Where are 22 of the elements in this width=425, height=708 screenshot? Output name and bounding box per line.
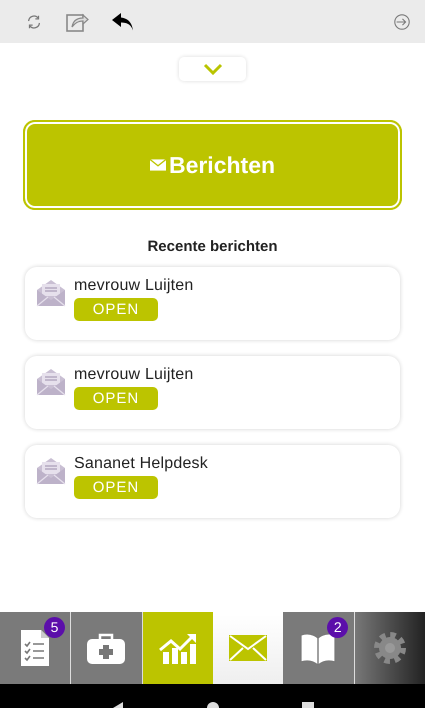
section-title: Recente berichten: [146, 238, 279, 255]
medkit-icon: [87, 632, 126, 664]
message-card[interactable]: mevrouw Luijten OPEN: [25, 356, 400, 429]
message-card[interactable]: Sananet Helpdesk OPEN: [25, 445, 400, 518]
envelope-icon: [229, 635, 268, 661]
logout-icon[interactable]: [393, 12, 411, 30]
open-envelope-icon: [36, 457, 66, 485]
sender-name: Sananet Helpdesk: [74, 455, 208, 473]
checklist-icon: [21, 630, 50, 666]
sender-name: mevrouw Luijten: [74, 366, 194, 384]
message-card[interactable]: mevrouw Luijten OPEN: [25, 267, 400, 340]
open-envelope-icon: [36, 279, 66, 307]
nav-tab[interactable]: [354, 612, 425, 684]
gear-icon: [372, 630, 408, 666]
sender-name: mevrouw Luijten: [74, 277, 194, 295]
count-badge: 5: [44, 617, 65, 638]
envelope-icon: [150, 159, 166, 171]
chart-icon: [158, 632, 197, 664]
open-envelope-icon: [36, 368, 66, 396]
refresh-icon[interactable]: [25, 12, 43, 30]
count-badge: 2: [327, 617, 348, 638]
chevron-down-icon: [202, 63, 222, 75]
